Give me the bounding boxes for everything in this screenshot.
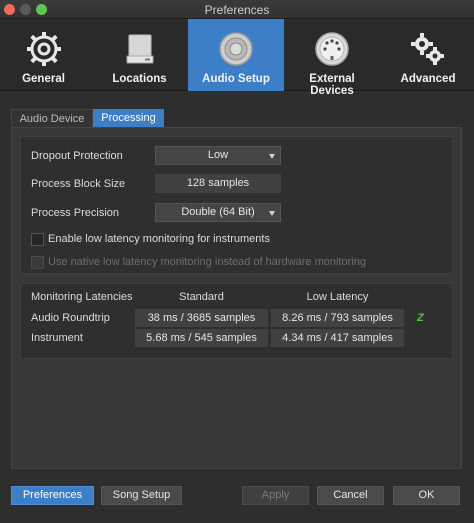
preferences-button[interactable]: Preferences xyxy=(11,486,94,505)
tab-locations[interactable]: Locations xyxy=(96,19,183,91)
processing-panel: Dropout Protection Low Process Block Siz… xyxy=(11,127,462,469)
monitoring-latencies-group: Monitoring Latencies Standard Low Latenc… xyxy=(20,283,453,359)
subtab-processing[interactable]: Processing xyxy=(93,109,164,127)
gears-icon xyxy=(411,33,444,65)
dropout-protection-select[interactable]: Low xyxy=(155,146,281,165)
audio-roundtrip-low: 8.26 ms / 793 samples xyxy=(271,309,404,327)
native-monitoring-checkbox xyxy=(31,256,44,269)
ok-button[interactable]: OK xyxy=(393,486,460,505)
chevron-down-icon xyxy=(269,211,275,216)
low-latency-column-header: Low Latency xyxy=(306,291,369,303)
cancel-button[interactable]: Cancel xyxy=(317,486,384,505)
tab-external-devices[interactable]: External Devices xyxy=(286,19,378,97)
process-precision-select[interactable]: Double (64 Bit) xyxy=(155,203,281,222)
sync-gear-icon xyxy=(26,32,61,66)
instrument-label: Instrument xyxy=(31,332,83,344)
speaker-icon xyxy=(219,32,253,66)
window-title: Preferences xyxy=(204,3,270,17)
dropout-protection-value: Low xyxy=(207,149,229,161)
instrument-low: 4.34 ms / 417 samples xyxy=(271,329,404,347)
apply-button: Apply xyxy=(242,486,309,505)
process-precision-value: Double (64 Bit) xyxy=(181,206,255,218)
dropout-protection-label: Dropout Protection xyxy=(31,150,123,162)
low-latency-indicator-icon: Z xyxy=(417,312,424,324)
tab-general[interactable]: General xyxy=(0,19,87,91)
process-precision-label: Process Precision xyxy=(31,207,120,219)
monitoring-latencies-title: Monitoring Latencies xyxy=(31,291,133,303)
tab-audio-setup-label: Audio Setup xyxy=(202,73,270,85)
chevron-down-icon xyxy=(269,154,275,159)
preferences-toolbar: General Locations Audio Setup External D… xyxy=(0,19,474,97)
tab-advanced-label: Advanced xyxy=(400,73,456,85)
native-monitoring-label: Use native low latency monitoring instea… xyxy=(48,256,366,268)
instrument-standard: 5.68 ms / 545 samples xyxy=(135,329,268,347)
title-bar: Preferences xyxy=(0,0,474,19)
process-block-size-label: Process Block Size xyxy=(31,178,126,190)
standard-column-header: Standard xyxy=(179,291,224,303)
process-block-size-value: 128 samples xyxy=(155,174,281,193)
tab-audio-setup[interactable]: Audio Setup xyxy=(188,19,284,91)
subtab-audio-device[interactable]: Audio Device xyxy=(11,109,93,127)
tab-external-devices-label: External Devices xyxy=(309,73,355,97)
low-latency-monitoring-checkbox[interactable] xyxy=(31,233,44,246)
tab-general-label: General xyxy=(22,73,65,85)
din-connector-icon xyxy=(315,32,349,66)
processing-settings-group: Dropout Protection Low Process Block Siz… xyxy=(20,136,453,274)
song-setup-button[interactable]: Song Setup xyxy=(101,486,182,505)
audio-roundtrip-label: Audio Roundtrip xyxy=(31,312,110,324)
tab-advanced[interactable]: Advanced xyxy=(386,19,470,91)
low-latency-monitoring-label: Enable low latency monitoring for instru… xyxy=(48,233,270,245)
tab-locations-label: Locations xyxy=(112,73,167,85)
audio-roundtrip-standard: 38 ms / 3685 samples xyxy=(135,309,268,327)
drive-icon xyxy=(126,34,153,64)
